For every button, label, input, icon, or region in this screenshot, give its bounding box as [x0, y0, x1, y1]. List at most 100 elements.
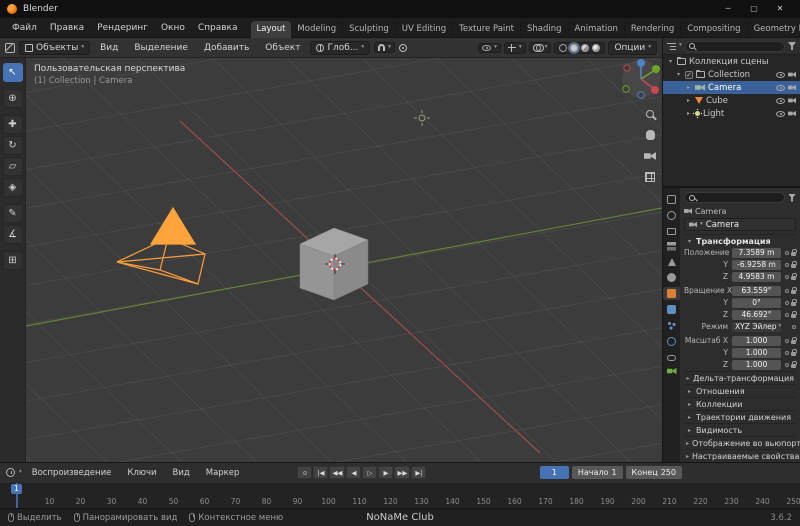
outliner-row-camera[interactable]: ▸ Camera: [663, 81, 800, 94]
render-visibility-icon[interactable]: [788, 110, 796, 117]
next-keyframe-button[interactable]: ▶▶: [394, 466, 411, 480]
lock-icon[interactable]: [791, 260, 797, 268]
gizmo-x-neg[interactable]: [623, 64, 631, 72]
jump-start-button[interactable]: |◀: [313, 466, 329, 480]
transform-section-header[interactable]: ▾ Трансформация: [684, 234, 796, 247]
pan-hand-icon[interactable]: [645, 130, 655, 140]
menu-viewport-add[interactable]: Добавить: [198, 41, 255, 55]
tool-cursor[interactable]: ⊕: [2, 89, 23, 108]
section-viewport-display[interactable]: ▸ Отображение во вьюпорте: [684, 436, 800, 449]
toggle-ortho-icon[interactable]: [645, 172, 655, 182]
rotation-x-field[interactable]: 63.559°: [732, 285, 781, 296]
rotation-y-field[interactable]: 0°: [732, 297, 781, 308]
properties-tab-modifiers[interactable]: [663, 303, 680, 316]
position-y-field[interactable]: -6.9258 m: [732, 259, 781, 270]
close-button[interactable]: ✕: [767, 0, 793, 18]
render-visibility-icon[interactable]: [788, 84, 796, 91]
render-visibility-icon[interactable]: [788, 97, 796, 104]
hide-eye-icon[interactable]: [776, 97, 785, 104]
gizmo-z-neg[interactable]: [637, 91, 645, 99]
shading-wireframe-icon[interactable]: [559, 43, 568, 52]
playhead[interactable]: 1: [11, 482, 22, 508]
hide-eye-icon[interactable]: [776, 71, 785, 78]
shading-material-icon[interactable]: [581, 43, 590, 52]
auto-keying-button[interactable]: [297, 466, 313, 480]
outliner-editor-icon[interactable]: [667, 42, 676, 50]
shading-solid-icon[interactable]: [570, 43, 579, 52]
render-visibility-icon[interactable]: [788, 71, 796, 78]
properties-tab-output[interactable]: [663, 225, 680, 237]
menu-viewport-object[interactable]: Объект: [259, 41, 306, 55]
overlays-dropdown[interactable]: ▾: [528, 42, 552, 53]
gizmos-dropdown[interactable]: ▾: [503, 41, 526, 54]
properties-tab-view-layer[interactable]: [663, 240, 680, 253]
properties-tab-object-data[interactable]: [663, 366, 680, 377]
camera-view-icon[interactable]: [644, 152, 656, 160]
lock-icon[interactable]: [791, 272, 797, 280]
default-cube[interactable]: [299, 227, 369, 301]
tool-annotate[interactable]: ✎: [2, 204, 23, 223]
menu-viewport-view[interactable]: Вид: [94, 41, 124, 55]
animate-dot-icon[interactable]: [785, 262, 789, 267]
animate-dot-icon[interactable]: [785, 338, 789, 343]
id-name-field[interactable]: ▾ Camera: [684, 218, 796, 231]
lock-icon[interactable]: [791, 348, 797, 356]
outliner-row-cube[interactable]: ▸ Cube: [663, 94, 800, 107]
section-motion-paths[interactable]: ▸ Траектории движения: [684, 410, 796, 423]
current-frame-field[interactable]: 1: [539, 466, 569, 480]
visibility-dropdown[interactable]: ▾: [478, 42, 501, 53]
prev-keyframe-button[interactable]: ◀◀: [329, 466, 346, 480]
outliner-row-light[interactable]: ▸ Light: [663, 107, 800, 120]
properties-tab-scene[interactable]: [663, 256, 680, 268]
camera-object[interactable]: [116, 206, 206, 285]
gizmo-y-neg[interactable]: [622, 85, 630, 93]
menu-render[interactable]: Рендеринг: [91, 21, 154, 35]
lock-icon[interactable]: [791, 286, 797, 294]
expand-icon[interactable]: ▸: [685, 97, 692, 104]
expand-icon[interactable]: ▾: [675, 71, 682, 78]
frame-start-field[interactable]: Начало 1: [571, 466, 623, 480]
workspace-tab-uv-editing[interactable]: UV Editing: [396, 20, 454, 38]
zoom-icon[interactable]: [646, 110, 654, 118]
expand-icon[interactable]: ▸: [685, 110, 692, 117]
filter-icon[interactable]: [788, 42, 796, 50]
animate-dot-icon[interactable]: [785, 312, 789, 317]
animate-dot-icon[interactable]: [785, 274, 789, 279]
section-custom-properties[interactable]: ▸ Настраиваемые свойства: [684, 449, 799, 462]
gizmo-y-axis[interactable]: [652, 65, 660, 73]
properties-tab-constraints[interactable]: [663, 351, 680, 363]
gizmo-x-axis[interactable]: [651, 86, 659, 94]
workspace-tab-geometry-nodes[interactable]: Geometry Nodes: [748, 21, 800, 38]
lock-icon[interactable]: [791, 360, 797, 368]
section-delta-transform[interactable]: ▸ Дельта-трансформация: [684, 371, 796, 384]
menu-playback[interactable]: Воспроизведение: [26, 466, 118, 480]
frame-end-field[interactable]: Конец 250: [625, 466, 682, 480]
mode-dropdown[interactable]: Объекты ▾: [19, 40, 91, 55]
animate-dot-icon[interactable]: [792, 324, 796, 329]
jump-end-button[interactable]: ▶|: [411, 466, 427, 480]
section-collections[interactable]: ▸ Коллекции: [684, 397, 796, 410]
timeline-ruler[interactable]: 1 10 20 30 40 50 60 70 80 90 100 110 120…: [0, 482, 800, 508]
outliner-row-collection[interactable]: ▾ ✓ Collection: [663, 68, 800, 81]
tool-add-cube[interactable]: ⊞: [2, 251, 23, 270]
options-dropdown[interactable]: Опции ▾: [608, 40, 657, 55]
workspace-tab-sculpting[interactable]: Sculpting: [343, 20, 396, 38]
light-object[interactable]: [414, 110, 430, 126]
workspace-tab-shading[interactable]: Shading: [521, 20, 569, 38]
menu-viewport-select[interactable]: Выделение: [128, 41, 194, 55]
tool-move[interactable]: ✚: [2, 115, 23, 134]
lock-icon[interactable]: [791, 336, 797, 344]
properties-tab-physics[interactable]: [663, 335, 680, 348]
play-button[interactable]: ▷: [362, 466, 378, 480]
properties-search-input[interactable]: [684, 192, 785, 203]
menu-help[interactable]: Справка: [192, 21, 244, 35]
workspace-tab-animation[interactable]: Animation: [569, 20, 625, 38]
gizmo-z-axis[interactable]: [637, 59, 645, 67]
filter-icon[interactable]: [788, 193, 796, 202]
shading-rendered-icon[interactable]: [592, 43, 601, 52]
properties-tab-object[interactable]: [663, 287, 680, 300]
rotation-mode-dropdown[interactable]: XYZ Эйлер ▾: [732, 321, 781, 332]
next-frame-button[interactable]: ▶: [378, 466, 394, 480]
scale-y-field[interactable]: 1.000: [732, 347, 781, 358]
timeline-editor-icon[interactable]: [6, 468, 15, 478]
